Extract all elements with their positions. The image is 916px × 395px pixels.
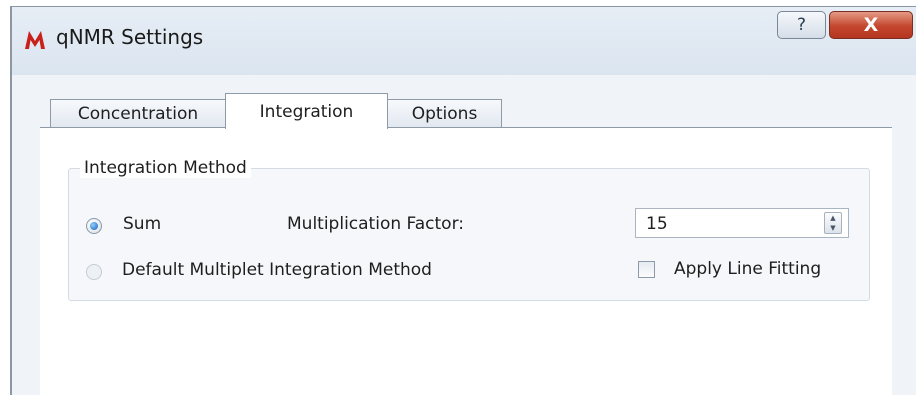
title-bar: qNMR Settings ? X	[12, 7, 916, 75]
tab-concentration[interactable]: Concentration	[50, 99, 226, 127]
tab-integration[interactable]: Integration	[225, 93, 388, 129]
close-icon: X	[863, 14, 879, 36]
multiplication-factor-spinbox[interactable]: 15 ▲ ▼	[635, 208, 849, 238]
spin-up-down-icon[interactable]: ▲ ▼	[824, 212, 842, 234]
apply-line-fitting-label[interactable]: Apply Line Fitting	[674, 259, 821, 279]
acd-labs-logo-icon	[25, 31, 45, 49]
window-title: qNMR Settings	[56, 25, 204, 49]
tab-options[interactable]: Options	[387, 99, 502, 127]
sum-radio-label[interactable]: Sum	[123, 214, 161, 234]
close-button[interactable]: X	[829, 11, 913, 39]
sum-radio[interactable]	[86, 218, 102, 234]
apply-line-fitting-checkbox[interactable]	[638, 261, 655, 278]
integration-method-group-title: Integration Method	[80, 158, 251, 178]
help-icon: ?	[796, 15, 807, 35]
multiplication-factor-label: Multiplication Factor:	[287, 214, 464, 234]
multiplication-factor-value[interactable]: 15	[646, 214, 668, 234]
default-multiplet-radio-label[interactable]: Default Multiplet Integration Method	[122, 260, 432, 280]
default-multiplet-radio[interactable]	[86, 264, 102, 280]
help-button[interactable]: ?	[777, 11, 826, 39]
